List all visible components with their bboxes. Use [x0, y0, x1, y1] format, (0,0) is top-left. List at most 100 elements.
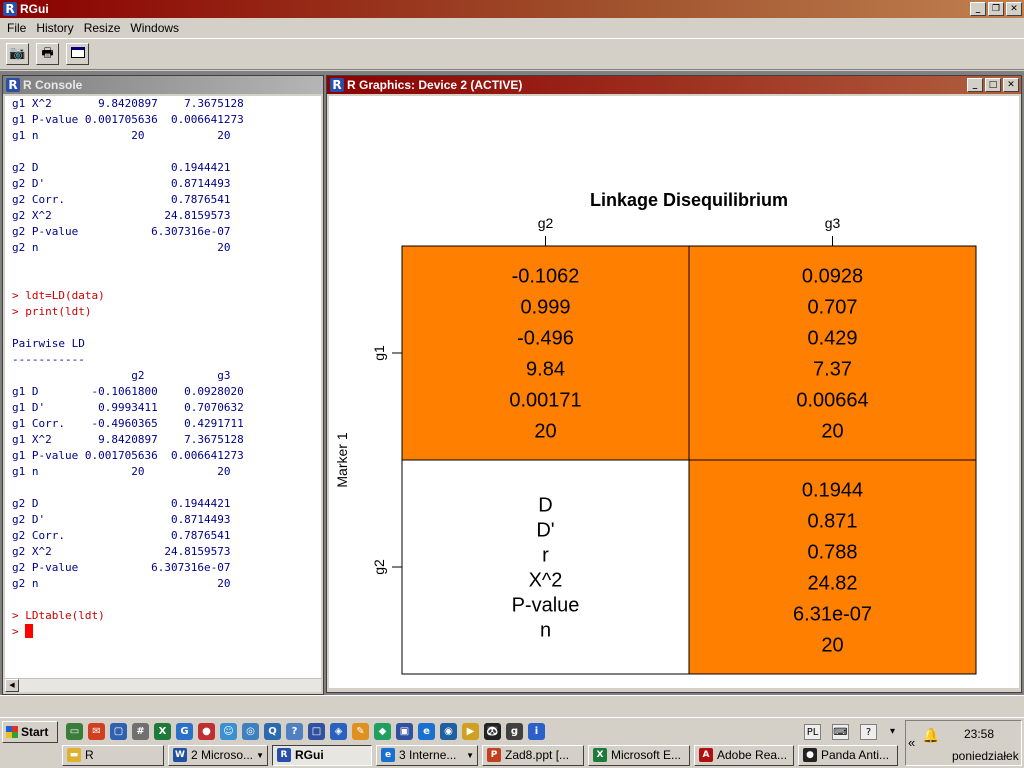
ld-legend-label: P-value	[512, 595, 580, 617]
console-line-text: g1 D -0.1061800 0.0928020	[12, 385, 244, 398]
console-titlebar[interactable]: R R Console	[3, 76, 323, 94]
menu-windows[interactable]: Windows	[125, 18, 184, 38]
taskbar-button-r-folder[interactable]: ▬ R	[62, 745, 164, 766]
maximize-button[interactable]: ❐	[988, 2, 1004, 16]
calculator-icon[interactable]: #	[132, 723, 149, 740]
console-output-line: g2 X^2 24.8159573	[12, 544, 321, 560]
r-icon: R	[277, 748, 291, 762]
safari-icon[interactable]: ◈	[330, 723, 347, 740]
browser-icon[interactable]: G	[176, 723, 193, 740]
help-icon[interactable]: ?	[860, 724, 877, 740]
graphics-minimize-button[interactable]: _	[967, 78, 983, 92]
keyboard-icon[interactable]: ⌨	[832, 724, 849, 740]
taskbar-button-rgui[interactable]: R RGui	[272, 745, 372, 766]
console-line-text: g2 Corr. 0.7876541	[12, 193, 231, 206]
taskbar-button-powerpoint[interactable]: P Zad8.ppt [...	[482, 745, 584, 766]
console-line-text: Pairwise LD	[12, 337, 85, 350]
pen-icon[interactable]: ✎	[352, 723, 369, 740]
ld-cell-value: 0.00664	[796, 390, 868, 412]
console-line-text: g2 Corr. 0.7876541	[12, 529, 231, 542]
ld-cell-value: 0.707	[807, 297, 857, 319]
ld-legend-label: n	[540, 620, 551, 642]
menu-bar: File History Resize Windows	[0, 18, 1024, 38]
scroll-left-arrow-icon[interactable]: ◀	[5, 679, 19, 692]
info-icon[interactable]: i	[528, 723, 545, 740]
taskbar-button-excel[interactable]: X Microsoft E...	[588, 745, 690, 766]
taskbar-button-word[interactable]: W 2 Microso... ▼	[168, 745, 268, 766]
show-desktop-icon[interactable]: ▭	[66, 723, 83, 740]
close-button[interactable]: ✕	[1006, 2, 1022, 16]
app-g-icon[interactable]: g	[506, 723, 523, 740]
outlook-icon[interactable]: ◉	[440, 723, 457, 740]
taskbar-button-adobe[interactable]: A Adobe Rea...	[694, 745, 794, 766]
clock-day: poniedziałek	[952, 749, 1019, 763]
dropdown-arrow-icon[interactable]: ▾	[884, 724, 901, 740]
mail-icon[interactable]: ✉	[88, 723, 105, 740]
console-line-text: >	[12, 625, 26, 638]
row-label: g2	[371, 559, 387, 575]
menu-history[interactable]: History	[31, 18, 78, 38]
ld-cell-value: 9.84	[526, 359, 565, 381]
graphics-titlebar[interactable]: R R Graphics: Device 2 (ACTIVE) _ □ ✕	[327, 76, 1021, 94]
media-player-icon[interactable]: ▶	[462, 723, 479, 740]
console-window[interactable]: R R Console g1 X^2 9.8420897 7.3675128 g1…	[2, 75, 324, 695]
camera-icon[interactable]: 📷	[6, 43, 29, 65]
console-horizontal-scrollbar[interactable]: ◀	[5, 678, 321, 692]
expand-tray-icon[interactable]: «	[908, 735, 915, 750]
panda-icon[interactable]: 🐼	[484, 723, 501, 740]
rgui-titlebar[interactable]: R RGui _ ❐ ✕	[0, 0, 1024, 18]
graphics-maximize-button[interactable]: □	[985, 78, 1001, 92]
graphics-window[interactable]: R R Graphics: Device 2 (ACTIVE) _ □ ✕ Li…	[326, 75, 1022, 693]
minimize-button[interactable]: _	[970, 2, 986, 16]
taskbar-button-panda[interactable]: ● Panda Anti...	[798, 745, 898, 766]
plot-area: Linkage Disequilibrium -0.1062 0.999 -0.496…	[329, 96, 1019, 688]
console-window-icon[interactable]	[66, 43, 89, 65]
graphics-close-button[interactable]: ✕	[1003, 78, 1019, 92]
firefox-icon[interactable]: ●	[198, 723, 215, 740]
console-output-line: g2 D' 0.8714493	[12, 512, 321, 528]
messenger-icon[interactable]: ☺	[220, 723, 237, 740]
help-icon[interactable]: ?	[286, 723, 303, 740]
language-indicator[interactable]: PL	[804, 724, 821, 740]
console-command-line: > ldt=LD(data)	[12, 288, 321, 304]
terminal-icon[interactable]: ▣	[396, 723, 413, 740]
start-button[interactable]: Start	[2, 721, 58, 743]
bell-icon[interactable]: 🔔	[922, 727, 939, 744]
menu-resize[interactable]: Resize	[79, 18, 126, 38]
search-icon[interactable]: Q	[264, 723, 281, 740]
console-line-text: g1 P-value 0.001705636 0.006641273	[12, 113, 244, 126]
console-prompt[interactable]: >	[12, 624, 321, 640]
console-output-line: Pairwise LD	[12, 336, 321, 352]
network-icon[interactable]: ◎	[242, 723, 259, 740]
console-output-line: g2 n 20	[12, 240, 321, 256]
console-title: R Console	[23, 78, 83, 92]
clock-time[interactable]: 23:58	[964, 727, 994, 741]
console-line-text: g2 n 20	[12, 241, 231, 254]
screen-icon[interactable]: □	[308, 723, 325, 740]
window-icon[interactable]: ▢	[110, 723, 127, 740]
printer-icon[interactable]: 🖶	[36, 43, 59, 65]
taskbar-button-internet[interactable]: e 3 Interne... ▼	[376, 745, 478, 766]
console-line-text: > print(ldt)	[12, 305, 92, 318]
console-output-line: g1 n 20 20	[12, 464, 321, 480]
console-line-text: g1 X^2 9.8420897 7.3675128	[12, 433, 244, 446]
diamond-icon[interactable]: ◆	[374, 723, 391, 740]
menu-file[interactable]: File	[2, 18, 31, 38]
console-line-text: g1 D' 0.9993411 0.7070632	[12, 401, 244, 414]
ld-cell-value: 24.82	[807, 573, 857, 595]
console-line-text: g1 n 20 20	[12, 129, 231, 142]
ie-icon[interactable]: e	[418, 723, 435, 740]
console-line-text: g2 D 0.1944421	[12, 161, 231, 174]
excel-icon[interactable]: X	[154, 723, 171, 740]
panda-icon: ●	[803, 748, 817, 762]
app-title: RGui	[20, 2, 49, 16]
console-output[interactable]: g1 X^2 9.8420897 7.3675128 g1 P-value 0.0…	[5, 96, 321, 680]
console-output-line: g1 n 20 20	[12, 128, 321, 144]
y-axis-title: Marker 1	[334, 432, 350, 487]
ld-cell-value: 0.429	[807, 328, 857, 350]
console-output-line: g2 Corr. 0.7876541	[12, 528, 321, 544]
console-line-text: g1 n 20 20	[12, 465, 231, 478]
